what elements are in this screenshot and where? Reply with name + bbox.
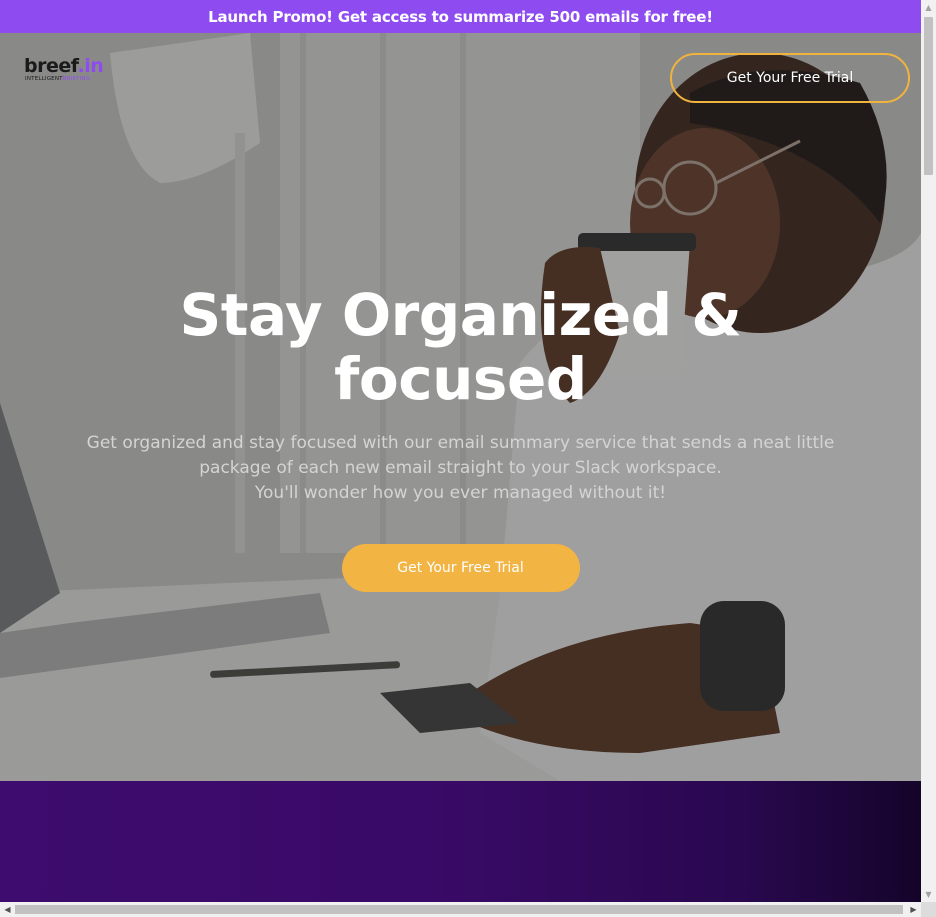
header-free-trial-button[interactable]: Get Your Free Trial (670, 53, 910, 103)
horizontal-scrollbar[interactable]: ◀ ▶ (0, 902, 921, 917)
hero-title-line-1: Stay Organized & (179, 281, 742, 349)
scroll-down-arrow-icon[interactable]: ▼ (921, 887, 936, 902)
logo-wordmark: breef.in (24, 55, 104, 77)
hero-content: Stay Organized & focused Get organized a… (0, 283, 921, 592)
logo-tagline: INTELLIGENTBRIEFING (25, 76, 91, 82)
scroll-left-arrow-icon[interactable]: ◀ (0, 902, 15, 917)
hero-title: Stay Organized & focused (141, 283, 781, 411)
hero-section: breef.in INTELLIGENTBRIEFING Get Your Fr… (0, 33, 921, 781)
vertical-scrollbar[interactable]: ▲ ▼ (921, 0, 936, 902)
hero-free-trial-button[interactable]: Get Your Free Trial (341, 544, 580, 592)
hero-subtitle-line-3: You'll wonder how you ever managed witho… (254, 483, 667, 503)
brand-logo[interactable]: breef.in INTELLIGENTBRIEFING (24, 55, 114, 87)
vertical-scroll-thumb[interactable] (924, 17, 933, 175)
hero-subtitle: Get organized and stay focused with our … (61, 431, 861, 506)
horizontal-scroll-thumb[interactable] (15, 905, 903, 914)
hero-free-trial-label: Get Your Free Trial (397, 560, 524, 576)
scroll-up-arrow-icon[interactable]: ▲ (921, 0, 936, 15)
header-free-trial-label: Get Your Free Trial (726, 70, 854, 86)
page-viewport: Launch Promo! Get access to summarize 50… (0, 0, 921, 902)
scrollbar-corner (921, 902, 936, 917)
hero-subtitle-line-1: Get organized and stay focused with our … (86, 433, 835, 453)
hero-subtitle-line-2: package of each new email straight to yo… (199, 458, 722, 478)
promo-text: Launch Promo! Get access to summarize 50… (208, 7, 713, 26)
hero-title-line-2: focused (334, 345, 587, 413)
scroll-right-arrow-icon[interactable]: ▶ (906, 902, 921, 917)
features-section (0, 781, 921, 902)
promo-banner[interactable]: Launch Promo! Get access to summarize 50… (0, 0, 921, 33)
